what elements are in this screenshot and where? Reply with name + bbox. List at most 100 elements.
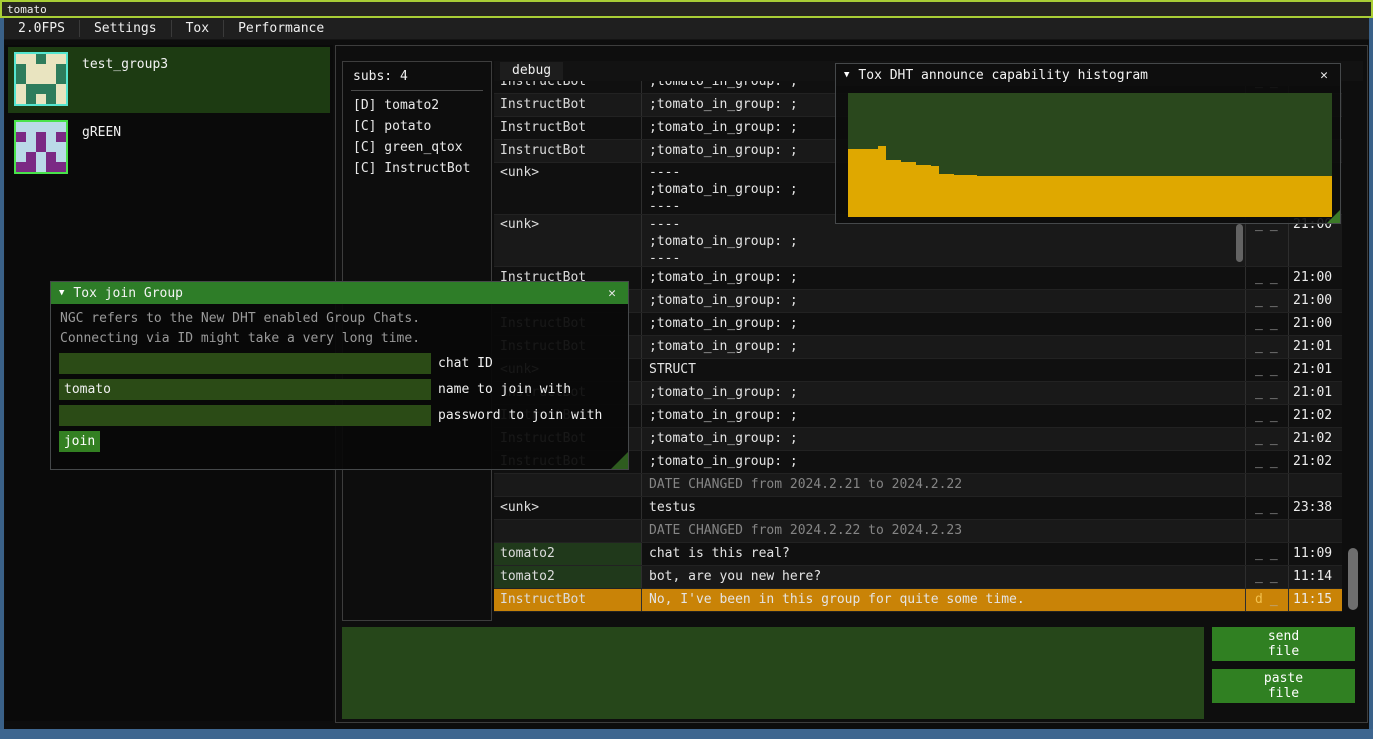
- date-separator-row: DATE CHANGED from 2024.2.21 to 2024.2.22: [494, 474, 1342, 497]
- ngc-description-line1: NGC refers to the New DHT enabled Group …: [60, 311, 420, 326]
- member-item-potato[interactable]: [C] potato: [343, 116, 491, 137]
- menu-item-performance[interactable]: Performance: [224, 18, 338, 39]
- tab-debug[interactable]: debug: [500, 62, 563, 80]
- close-icon[interactable]: ✕: [604, 286, 620, 301]
- histogram-bar: [901, 162, 909, 217]
- window-border-right: [1369, 18, 1373, 729]
- message-inner-scrollbar-thumb[interactable]: [1236, 224, 1243, 262]
- message-text: ;tomato_in_group: ;: [642, 267, 1246, 289]
- avatar-pixel: [26, 142, 36, 152]
- histogram-bar: [984, 176, 992, 217]
- message-flags: __: [1246, 451, 1289, 473]
- avatar-pixel: [46, 94, 56, 104]
- avatar-pixel: [36, 142, 46, 152]
- message-text: ;tomato_in_group: ;: [642, 336, 1246, 358]
- chat-message-row[interactable]: InstructBotNo, I've been in this group f…: [494, 589, 1342, 612]
- join-group-titlebar[interactable]: ▼ Tox join Group ✕: [51, 282, 628, 304]
- histogram-bar: [992, 176, 1000, 217]
- message-text: ;tomato_in_group: ;: [642, 405, 1246, 427]
- histogram-bar: [1219, 176, 1227, 217]
- histogram-bar: [1105, 176, 1113, 217]
- menu-item-tox[interactable]: Tox: [172, 18, 223, 39]
- avatar-pixel: [56, 162, 66, 172]
- histogram-bar: [1060, 176, 1068, 217]
- join-button[interactable]: join: [59, 431, 100, 452]
- message-text: ;tomato_in_group: ;: [642, 382, 1246, 404]
- histogram-bar: [871, 149, 879, 217]
- member-item-tomato2[interactable]: [D] tomato2: [343, 95, 491, 116]
- chat-message-row[interactable]: tomato2chat is this real?__11:09: [494, 543, 1342, 566]
- group-item-gREEN[interactable]: gREEN: [8, 115, 330, 181]
- chat-scrollbar-thumb[interactable]: [1348, 548, 1358, 610]
- resize-grip-icon[interactable]: [611, 452, 628, 469]
- ngc-description-line2: Connecting via ID might take a very long…: [60, 331, 420, 346]
- group-avatar-icon: [14, 52, 68, 106]
- dht-histogram-titlebar[interactable]: ▼ Tox DHT announce capability histogram …: [836, 64, 1340, 86]
- histogram-bar: [1007, 176, 1015, 217]
- join-password-field[interactable]: [59, 405, 431, 426]
- histogram-bar: [1143, 176, 1151, 217]
- group-item-test_group3[interactable]: test_group3: [8, 47, 330, 113]
- message-author: InstructBot: [494, 94, 642, 116]
- chat-message-row[interactable]: tomato2bot, are you new here?__11:14: [494, 566, 1342, 589]
- subs-separator: [351, 90, 483, 91]
- window-title: tomato: [2, 3, 47, 16]
- send-file-button[interactable]: send file: [1212, 627, 1355, 661]
- message-flags: __: [1246, 543, 1289, 565]
- message-text: ;tomato_in_group: ;: [642, 290, 1246, 312]
- histogram-bar: [863, 149, 871, 217]
- avatar-pixel: [36, 94, 46, 104]
- histogram-bar: [1264, 176, 1272, 217]
- histogram-bar: [916, 165, 924, 217]
- window-border-bottom: [0, 729, 1373, 739]
- message-text: STRUCT: [642, 359, 1246, 381]
- avatar-pixel: [36, 84, 46, 94]
- date-changed-text: DATE CHANGED from 2024.2.22 to 2024.2.23: [642, 520, 1246, 542]
- histogram-bar: [1188, 176, 1196, 217]
- message-time: 21:02: [1289, 451, 1342, 473]
- histogram-bar: [1113, 176, 1121, 217]
- avatar-pixel: [46, 64, 56, 74]
- histogram-bar: [931, 166, 939, 217]
- histogram-bar: [878, 146, 886, 217]
- avatar-pixel: [46, 54, 56, 64]
- message-input[interactable]: [342, 627, 1204, 719]
- message-author: InstructBot: [494, 81, 642, 93]
- histogram-bar: [1067, 176, 1075, 217]
- message-author: InstructBot: [494, 589, 642, 611]
- member-item-green_qtox[interactable]: [C] green_qtox: [343, 137, 491, 158]
- avatar-pixel: [36, 132, 46, 142]
- close-icon[interactable]: ✕: [1316, 68, 1332, 83]
- chat-message-row[interactable]: <unk>testus__23:38: [494, 497, 1342, 520]
- histogram-bar: [1302, 176, 1310, 217]
- histogram-bar: [1158, 176, 1166, 217]
- subs-count: subs: 4: [343, 62, 491, 90]
- message-author: InstructBot: [494, 117, 642, 139]
- message-time: 23:38: [1289, 497, 1342, 519]
- histogram-bar: [1082, 176, 1090, 217]
- avatar-pixel: [26, 64, 36, 74]
- collapse-icon[interactable]: ▼: [844, 70, 849, 80]
- menu-item-settings[interactable]: Settings: [80, 18, 171, 39]
- message-text: ;tomato_in_group: ;: [642, 428, 1246, 450]
- window-border-left: [0, 18, 4, 729]
- menu-bar: 2.0FPSSettingsToxPerformance: [4, 18, 1369, 40]
- histogram-plot: [848, 93, 1332, 217]
- join-name-label: name to join with: [438, 379, 571, 400]
- paste-file-button[interactable]: paste file: [1212, 669, 1355, 703]
- histogram-bar: [924, 165, 932, 217]
- resize-grip-icon[interactable]: [1327, 210, 1340, 223]
- message-author: InstructBot: [494, 140, 642, 162]
- avatar-pixel: [56, 94, 66, 104]
- message-flags: __: [1246, 428, 1289, 450]
- time-cell: [1289, 520, 1342, 542]
- member-item-InstructBot[interactable]: [C] InstructBot: [343, 158, 491, 179]
- message-time: 11:14: [1289, 566, 1342, 588]
- avatar-pixel: [46, 122, 56, 132]
- histogram-bar: [1030, 176, 1038, 217]
- collapse-icon[interactable]: ▼: [59, 288, 64, 298]
- message-time: 21:02: [1289, 428, 1342, 450]
- chat-id-field[interactable]: [59, 353, 431, 374]
- join-name-field[interactable]: [59, 379, 431, 400]
- menu-item-2.0fps[interactable]: 2.0FPS: [4, 18, 79, 39]
